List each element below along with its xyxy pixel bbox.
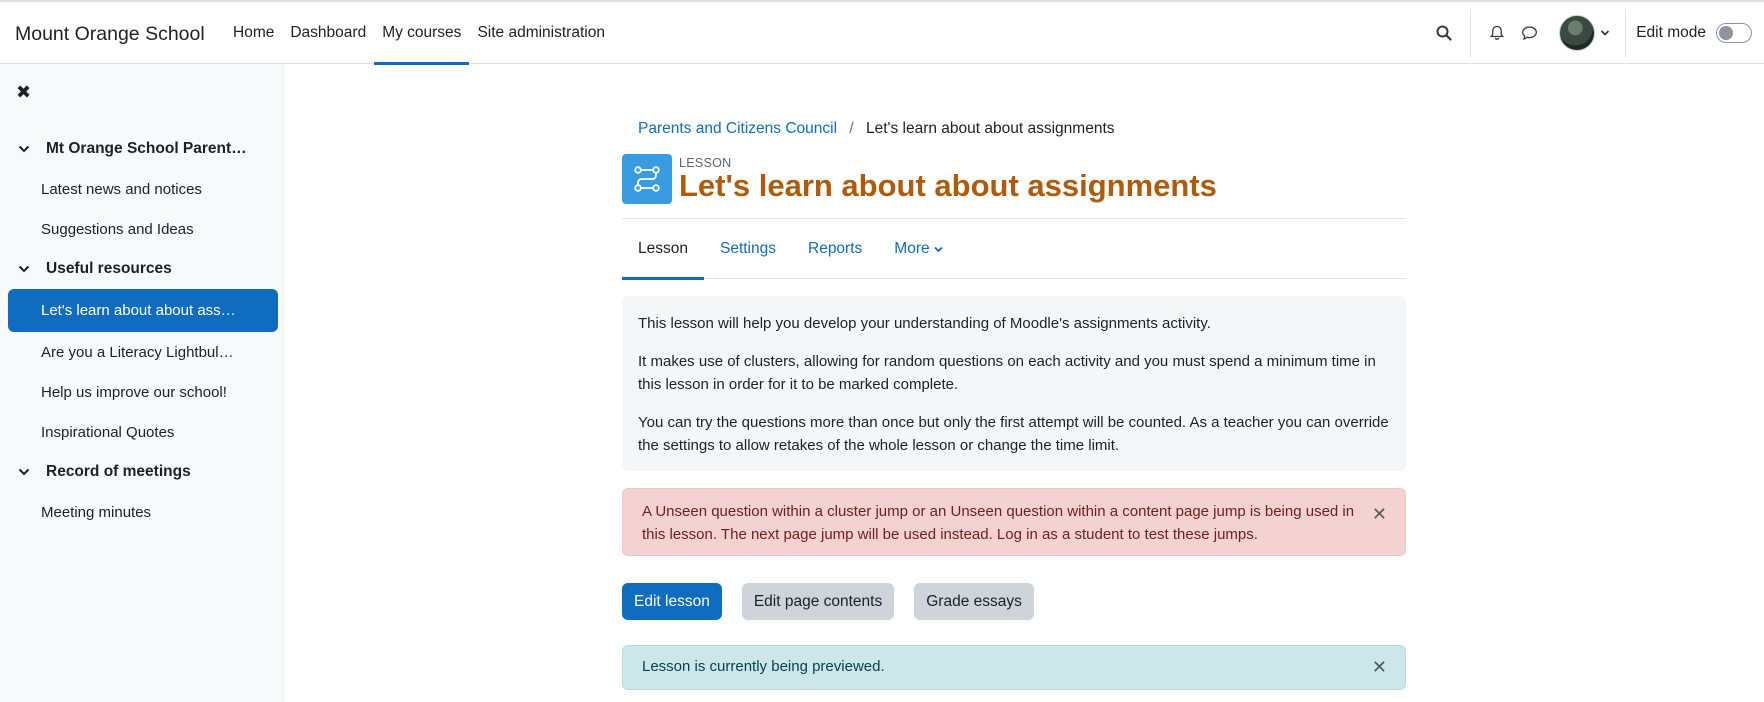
user-avatar[interactable] (1559, 15, 1596, 51)
chevron-down-icon[interactable] (18, 265, 32, 273)
close-icon[interactable]: ✕ (1372, 657, 1387, 678)
search-icon[interactable] (1428, 17, 1460, 49)
course-index-item[interactable]: Help us improve our school! (8, 372, 278, 412)
tab-lesson[interactable]: Lesson (622, 219, 704, 280)
section-title[interactable]: Useful resources (46, 260, 172, 278)
lesson-activity-icon (622, 154, 672, 204)
chevron-down-icon[interactable] (18, 145, 32, 153)
course-index-item[interactable]: Are you a Literacy Lightbul… (8, 332, 278, 372)
breadcrumb-parent-link[interactable]: Parents and Citizens Council (638, 120, 837, 137)
secondary-navigation: Lesson Settings Reports More (622, 218, 1406, 280)
course-section-heading[interactable]: Useful resources (8, 249, 278, 289)
edit-mode-label: Edit mode (1636, 24, 1706, 41)
navbar-right: Edit mode (1428, 2, 1764, 64)
chevron-down-icon[interactable] (18, 468, 32, 476)
preview-info-alert: Lesson is currently being previewed. ✕ (622, 645, 1406, 690)
warning-alert-text: A Unseen question within a cluster jump … (642, 503, 1355, 543)
navbar-divider (1470, 9, 1472, 57)
nav-my-courses[interactable]: My courses (374, 2, 470, 65)
preview-info-text: Lesson is currently being previewed. (642, 658, 885, 675)
grade-essays-button[interactable]: Grade essays (914, 583, 1034, 620)
notifications-bell-icon[interactable] (1481, 17, 1513, 49)
section-title[interactable]: Mt Orange School Parent… (46, 140, 247, 158)
close-icon[interactable]: ✕ (1372, 503, 1387, 526)
course-index-item-active[interactable]: Let's learn about about ass… (8, 289, 278, 332)
course-index-item[interactable]: Inspirational Quotes (8, 412, 278, 452)
nav-home[interactable]: Home (225, 2, 282, 64)
edit-mode-toggle[interactable] (1716, 23, 1752, 43)
top-navbar: Mount Orange School Home Dashboard My co… (0, 0, 1764, 65)
close-icon[interactable]: ✖ (16, 82, 31, 103)
chevron-down-icon[interactable] (1595, 17, 1615, 49)
lesson-intro: This lesson will help you develop your u… (622, 296, 1406, 471)
breadcrumb-current: Let's learn about about assignments (865, 120, 1115, 137)
intro-paragraph: You can try the questions more than once… (638, 414, 1389, 454)
tab-more[interactable]: More (878, 219, 958, 279)
course-index-drawer: ✖ Mt Orange School Parent… Latest news a… (0, 64, 284, 702)
messages-icon[interactable] (1513, 17, 1545, 49)
lesson-action-buttons: Edit lesson Edit page contents Grade ess… (622, 583, 1054, 620)
course-section-heading[interactable]: Record of meetings (8, 452, 278, 492)
course-index-item[interactable]: Meeting minutes (8, 492, 278, 532)
nav-dashboard[interactable]: Dashboard (282, 2, 374, 64)
section-title[interactable]: Record of meetings (46, 463, 191, 481)
site-brand[interactable]: Mount Orange School (15, 23, 205, 46)
edit-page-contents-button[interactable]: Edit page contents (741, 583, 895, 620)
navbar-divider-2 (1625, 9, 1627, 57)
chevron-down-icon[interactable] (933, 246, 943, 253)
edit-lesson-button[interactable]: Edit lesson (622, 583, 722, 620)
breadcrumb: Parents and Citizens Council / Let's lea… (638, 120, 1115, 138)
intro-paragraph: This lesson will help you develop your u… (638, 315, 1211, 332)
course-index: Mt Orange School Parent… Latest news and… (8, 129, 278, 532)
tab-reports[interactable]: Reports (792, 219, 878, 279)
course-index-item[interactable]: Latest news and notices (8, 169, 278, 209)
warning-alert: A Unseen question within a cluster jump … (622, 488, 1406, 556)
primary-navigation: Home Dashboard My courses Site administr… (225, 2, 613, 65)
breadcrumb-separator: / (849, 120, 854, 137)
nav-site-administration[interactable]: Site administration (469, 2, 613, 64)
tab-settings[interactable]: Settings (704, 219, 792, 279)
intro-paragraph: It makes use of clusters, allowing for r… (638, 353, 1376, 393)
course-section-heading[interactable]: Mt Orange School Parent… (8, 129, 278, 169)
tab-more-label[interactable]: More (894, 240, 929, 258)
course-index-item[interactable]: Suggestions and Ideas (8, 209, 278, 249)
page-title: Let's learn about about assignments (679, 168, 1217, 203)
